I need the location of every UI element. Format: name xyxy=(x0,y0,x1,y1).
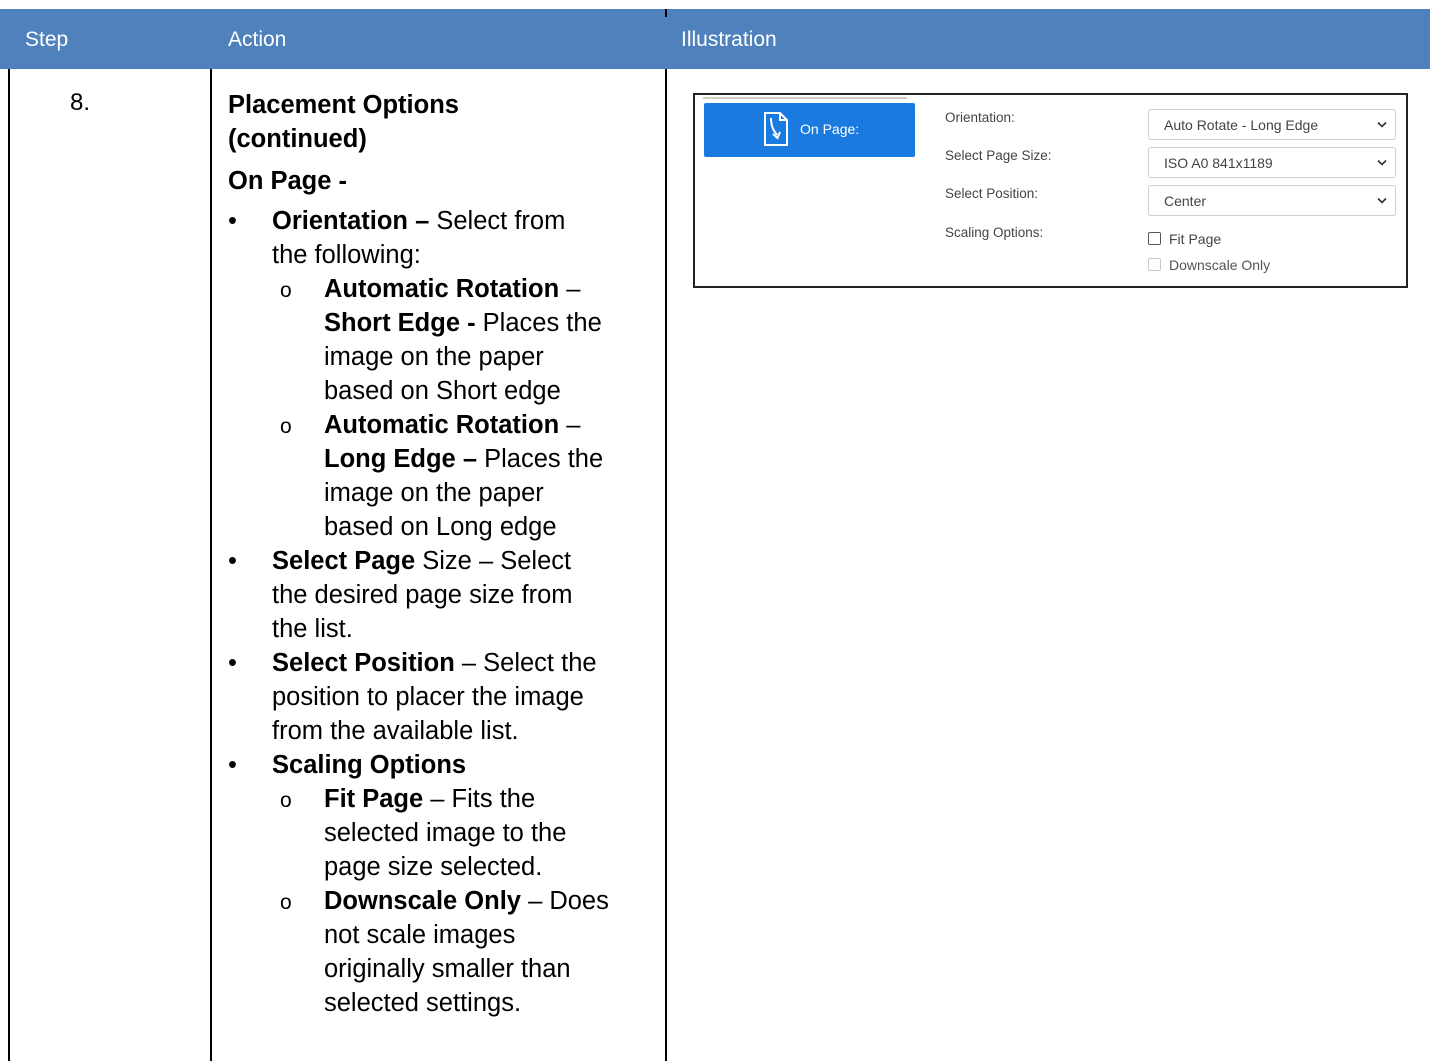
short-dash: – xyxy=(559,275,581,303)
short-text-2: Places the xyxy=(475,309,602,337)
bullet-position: Select Position – Select the position to… xyxy=(228,646,658,748)
on-page-label: On Page: xyxy=(800,121,860,137)
step-number: 8. xyxy=(70,89,91,116)
long-term-1: Automatic Rotation xyxy=(324,411,560,439)
position-term: Select Position xyxy=(272,649,455,677)
downscale-only-label: Downscale Only xyxy=(1169,257,1271,273)
table-border-col1 xyxy=(210,69,212,1061)
subbullet-downscale: Downscale Only – Does not scale images o… xyxy=(228,884,658,1020)
action-subtitle: On Page - xyxy=(228,167,348,195)
downscale-text-2: not scale images xyxy=(324,921,516,949)
table-header-tick xyxy=(665,9,667,17)
page-size-text-3: the list. xyxy=(272,615,353,643)
position-label: Select Position: xyxy=(945,186,1039,201)
illustration-screenshot: On Page: Orientation: Auto Rotate - Long… xyxy=(693,93,1408,288)
table-border-left xyxy=(8,69,10,1061)
orientation-label: Orientation: xyxy=(945,110,1015,125)
orientation-sublist: Automatic Rotation – Short Edge - Places… xyxy=(272,272,658,544)
subbullet-fit-page: Fit Page – Fits the selected image to th… xyxy=(228,782,658,884)
page-size-label: Select Page Size: xyxy=(945,148,1052,163)
fit-page-checkbox[interactable] xyxy=(1148,232,1161,245)
page-size-term: Select Page xyxy=(272,547,416,575)
page-size-value: ISO A0 841x1189 xyxy=(1164,155,1273,171)
fit-text-3: page size selected. xyxy=(324,853,543,881)
chevron-down-icon xyxy=(1377,121,1387,128)
scaling-term: Scaling Options xyxy=(272,751,467,779)
header-action: Action xyxy=(228,28,287,51)
table-header-row: Step Action Illustration xyxy=(0,9,1430,69)
position-text-2: position to placer the image xyxy=(272,683,584,711)
position-text-1: – Select the xyxy=(454,649,597,677)
subbullet-long-edge: Automatic Rotation – Long Edge – Places … xyxy=(228,408,658,544)
fit-term: Fit Page xyxy=(324,785,424,813)
action-title-line2: (continued) xyxy=(228,125,367,153)
page-size-select[interactable]: ISO A0 841x1189 xyxy=(1148,147,1396,178)
short-text-4: based on Short edge xyxy=(324,377,561,405)
scaling-sublist: Fit Page – Fits the selected image to th… xyxy=(272,782,658,1020)
downscale-only-checkbox[interactable] xyxy=(1148,258,1161,271)
table-border-col2 xyxy=(665,69,667,1061)
action-bullet-list: Orientation – Select from the following:… xyxy=(228,204,658,1020)
subbullet-short-edge: Automatic Rotation – Short Edge - Places… xyxy=(228,272,658,408)
orientation-select[interactable]: Auto Rotate - Long Edge xyxy=(1148,109,1396,140)
chevron-down-icon xyxy=(1377,159,1387,166)
action-cell: Placement Options (continued) On Page - … xyxy=(228,88,658,1020)
action-title-line1: Placement Options xyxy=(228,91,459,119)
fit-text-1: – Fits the xyxy=(423,785,536,813)
orientation-text-1: Select from xyxy=(429,207,566,235)
header-step: Step xyxy=(25,28,69,51)
long-text-2: Places the xyxy=(477,445,604,473)
position-text-3: from the available list. xyxy=(272,717,519,745)
orientation-value: Auto Rotate - Long Edge xyxy=(1164,117,1319,133)
long-text-4: based on Long edge xyxy=(324,513,557,541)
orientation-text-2: the following: xyxy=(272,241,421,269)
panel-divider xyxy=(703,97,907,99)
position-select[interactable]: Center xyxy=(1148,185,1396,216)
page-size-text-2: the desired page size from xyxy=(272,581,573,609)
fit-page-label: Fit Page xyxy=(1169,231,1222,247)
long-text-3: image on the paper xyxy=(324,479,544,507)
short-term-1: Automatic Rotation xyxy=(324,275,560,303)
short-text-3: image on the paper xyxy=(324,343,544,371)
position-value: Center xyxy=(1164,193,1207,209)
long-dash: – xyxy=(559,411,581,439)
downscale-text-1: – Does xyxy=(520,887,609,915)
downscale-term: Downscale Only xyxy=(324,887,521,915)
bullet-scaling: Scaling Options Fit Page – Fits the sele… xyxy=(228,748,658,1020)
bullet-orientation: Orientation – Select from the following:… xyxy=(228,204,658,544)
fit-text-2: selected image to the xyxy=(324,819,567,847)
scaling-label: Scaling Options: xyxy=(945,225,1044,240)
long-term-2: Long Edge – xyxy=(324,445,477,473)
on-page-button[interactable]: On Page: xyxy=(704,103,915,157)
header-illustration: Illustration xyxy=(681,28,777,51)
action-title: Placement Options (continued) xyxy=(228,88,658,156)
downscale-text-4: selected settings. xyxy=(324,989,522,1017)
document-arrow-icon xyxy=(764,112,788,146)
page-size-text-1: Size – Select xyxy=(415,547,572,575)
chevron-down-icon xyxy=(1377,197,1387,204)
downscale-text-3: originally smaller than xyxy=(324,955,571,983)
bullet-page-size: Select Page Size – Select the desired pa… xyxy=(228,544,658,646)
short-term-2: Short Edge - xyxy=(324,309,476,337)
orientation-term: Orientation – xyxy=(272,207,430,235)
